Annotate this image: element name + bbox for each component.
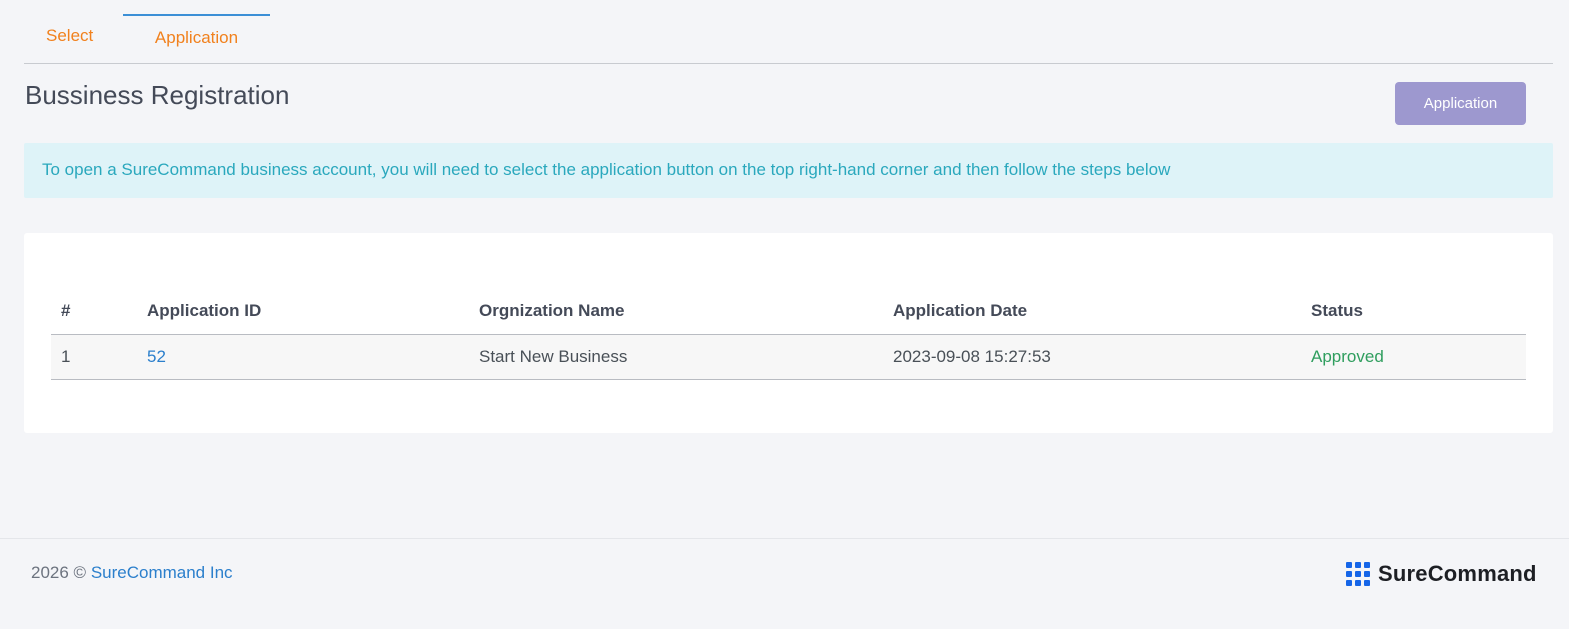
row-organization-name: Start New Business — [469, 334, 883, 380]
application-id-link[interactable]: 52 — [147, 347, 166, 366]
info-alert-text: To open a SureCommand business account, … — [42, 160, 1171, 179]
row-application-date: 2023-09-08 15:27:53 — [883, 334, 1301, 380]
company-link[interactable]: SureCommand Inc — [91, 563, 233, 582]
column-header-application-id: Application ID — [137, 288, 469, 335]
column-header-application-date: Application Date — [883, 288, 1301, 335]
column-header-organization-name: Orgnization Name — [469, 288, 883, 335]
footer: 2026 © SureCommand Inc SureCommand — [0, 538, 1569, 629]
row-application-id-cell: 52 — [137, 334, 469, 380]
table-header-row: # Application ID Orgnization Name Applic… — [51, 288, 1526, 335]
brand-logo: SureCommand — [1346, 561, 1537, 587]
grid-logo-icon — [1346, 562, 1370, 586]
row-number: 1 — [51, 334, 137, 380]
table-row: 1 52 Start New Business 2023-09-08 15:27… — [51, 334, 1526, 380]
applications-table: # Application ID Orgnization Name Applic… — [51, 288, 1526, 380]
brand-name: SureCommand — [1378, 561, 1537, 586]
row-status: Approved — [1301, 334, 1526, 380]
copyright-year: 2026 © — [31, 563, 87, 582]
column-header-status: Status — [1301, 288, 1526, 335]
column-header-number: # — [51, 288, 137, 335]
info-alert: To open a SureCommand business account, … — [24, 143, 1553, 198]
copyright: 2026 © SureCommand Inc — [31, 563, 233, 583]
tab-select[interactable]: Select — [46, 14, 124, 64]
application-button[interactable]: Application — [1395, 82, 1526, 125]
tab-bar: Select Application — [24, 0, 1553, 64]
applications-card: # Application ID Orgnization Name Applic… — [24, 233, 1553, 433]
page-title: Bussiness Registration — [25, 80, 290, 110]
tab-application[interactable]: Application — [123, 14, 270, 64]
